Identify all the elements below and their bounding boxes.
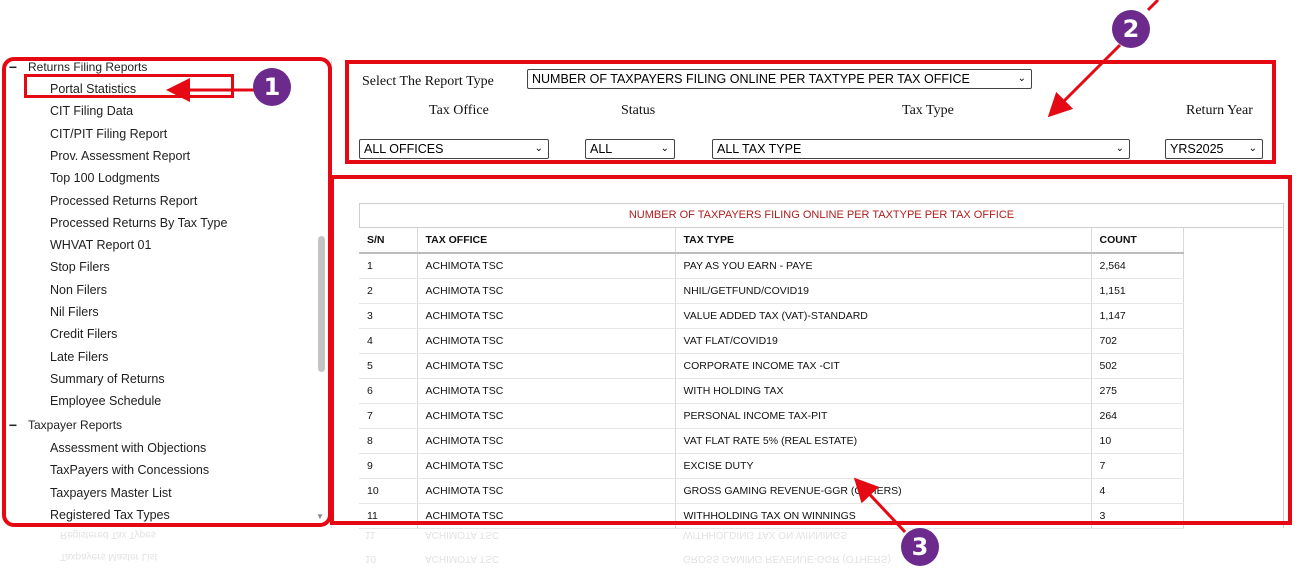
reflected-row: GROSS GAMING REVENUE-GGR (OTHERS) xyxy=(683,553,891,564)
reflected-row: Registered Tax Types xyxy=(60,529,156,540)
marker-2: 2 xyxy=(1112,10,1150,48)
reflected-row: WITHHOLDING TAX ON WINNINGS xyxy=(683,529,848,540)
highlight-box-portal-statistics xyxy=(24,74,234,98)
highlight-box-report-table xyxy=(330,175,1292,525)
highlight-box-sidebar xyxy=(2,57,332,527)
reflected-row: ACHIMOTA TSC xyxy=(425,529,500,540)
reflected-row: ACHIMOTA TSC xyxy=(425,553,500,564)
marker-3: 3 xyxy=(901,528,939,566)
reflected-row: Taxpayers Master List xyxy=(60,551,158,562)
reflected-row: 10 xyxy=(365,553,377,564)
marker-1: 1 xyxy=(253,68,291,106)
highlight-box-filters xyxy=(345,60,1276,164)
reflected-row: 11 xyxy=(365,529,376,540)
reflection-effect: 11 ACHIMOTA TSC WITHHOLDING TAX ON WINNI… xyxy=(0,527,1302,571)
arrow-tail xyxy=(1146,0,1160,12)
